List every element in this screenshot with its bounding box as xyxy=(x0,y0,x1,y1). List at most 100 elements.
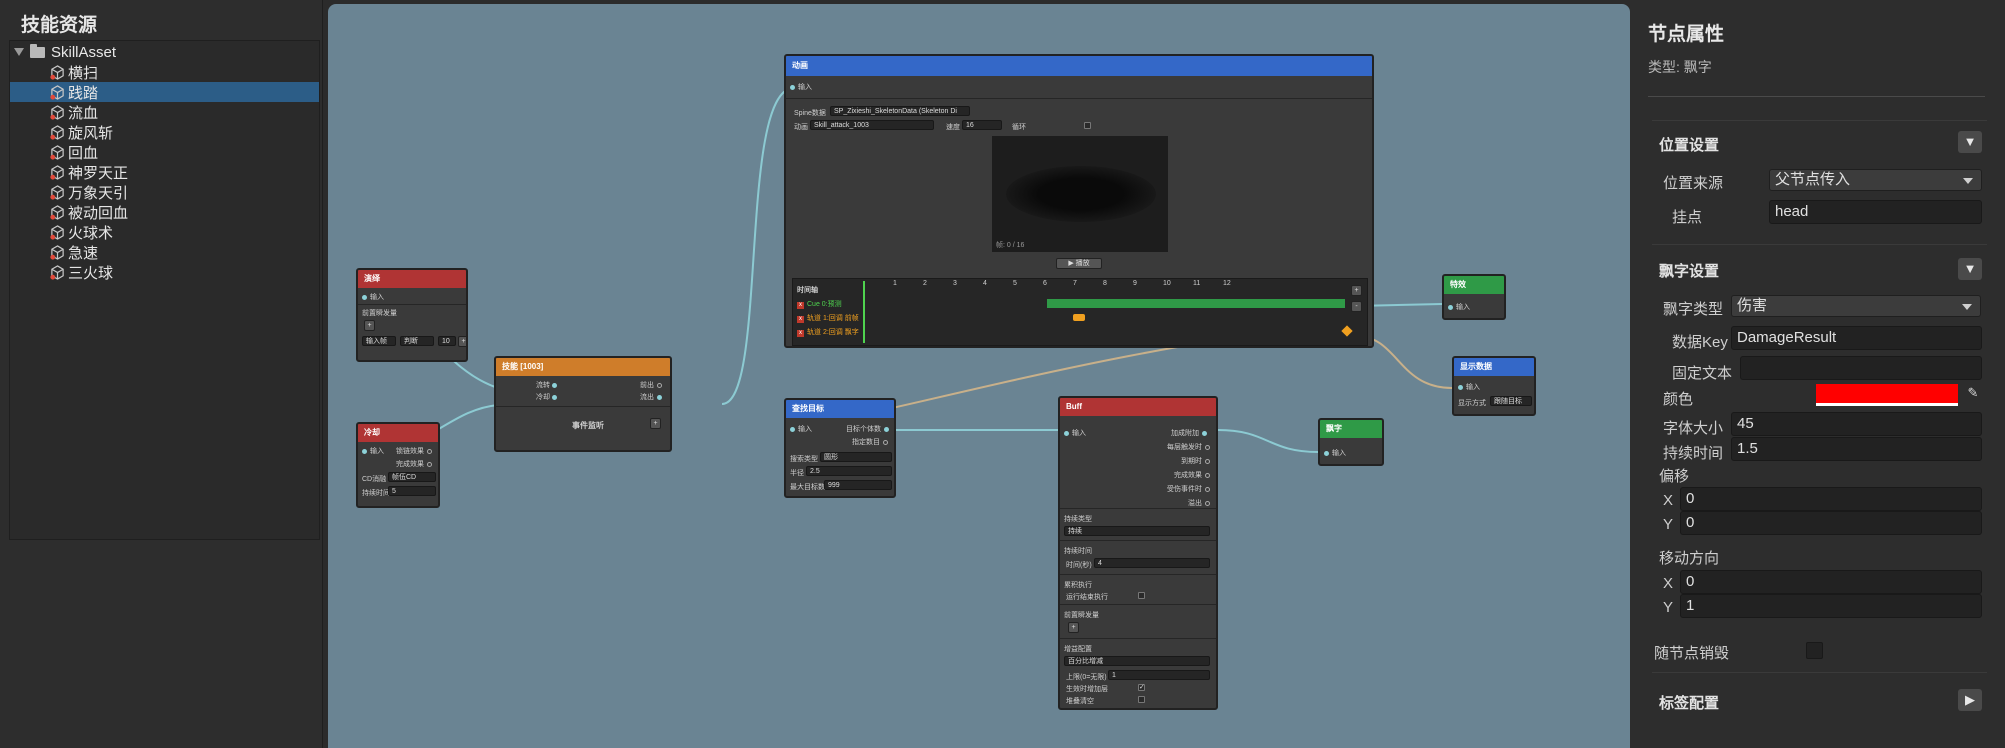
timeline-remove-button[interactable]: - xyxy=(1351,301,1362,312)
port-flow[interactable]: 流转 xyxy=(536,380,560,390)
offset-y-input[interactable]: 0 xyxy=(1680,511,1982,535)
color-swatch[interactable] xyxy=(1816,384,1958,406)
float-fold-toggle[interactable]: ▼ xyxy=(1958,258,1982,280)
close-icon[interactable]: x xyxy=(797,330,804,337)
tree-item[interactable]: 横扫 xyxy=(10,62,319,82)
buff-out-port[interactable]: 受伤事件时 xyxy=(1167,484,1210,494)
close-icon[interactable]: x xyxy=(797,302,804,309)
add-button[interactable]: + xyxy=(1068,622,1079,633)
end-exec-checkbox[interactable] xyxy=(1138,592,1145,599)
tree-root-skillasset[interactable]: SkillAsset xyxy=(14,42,116,62)
show-mode-dropdown[interactable]: 跟随目标 xyxy=(1490,396,1532,406)
max-target-input[interactable]: 999 xyxy=(824,480,892,490)
timeline-track[interactable]: x 轨道 1:回调 前帧 xyxy=(797,313,859,323)
node-search-target[interactable]: 查找目标 输入 目标个体数 指定数目 搜索类型 圆形 半径 2.5 最大目标数 … xyxy=(784,398,896,498)
event-add-button[interactable]: + xyxy=(650,418,661,429)
tag-fold-toggle[interactable]: ▶ xyxy=(1958,689,1982,711)
fixed-text-input[interactable] xyxy=(1740,356,1982,380)
close-icon[interactable]: x xyxy=(797,316,804,323)
tree-item[interactable]: 旋风斩 xyxy=(10,122,319,142)
timeline-track[interactable]: x 轨道 2:回调 飘字 xyxy=(797,327,859,337)
anim-dropdown[interactable]: Skill_attack_1003 xyxy=(810,120,934,130)
port-in[interactable]: 输入 xyxy=(362,292,384,302)
port-in[interactable]: 输入 xyxy=(1448,302,1470,312)
keyframe-marker-2[interactable] xyxy=(1341,325,1353,337)
tree-item[interactable]: 火球术 xyxy=(10,222,319,242)
float-type-dropdown[interactable]: 伤害 xyxy=(1731,295,1981,317)
duration-input[interactable]: 5 xyxy=(388,486,436,496)
expand-arrow-icon[interactable] xyxy=(14,48,24,56)
playhead[interactable] xyxy=(863,281,865,343)
tree-item[interactable]: 被动回血 xyxy=(10,202,319,222)
node-cast[interactable]: 演绎 输入 前置瞬发量 + 输入帧 判断 10 + xyxy=(356,268,468,362)
skill-asset-icon xyxy=(50,244,65,260)
gain-dropdown[interactable]: 百分比增减 xyxy=(1064,656,1210,666)
move-x-input[interactable]: 0 xyxy=(1680,570,1982,594)
move-y-input[interactable]: 1 xyxy=(1680,594,1982,618)
limit-input[interactable]: 1 xyxy=(1108,670,1210,680)
tree-item[interactable]: 万象天引 xyxy=(10,182,319,202)
buff-out-port[interactable]: 完成效果 xyxy=(1174,470,1210,480)
port-in[interactable]: 输入 xyxy=(1064,428,1086,438)
font-size-input[interactable]: 45 xyxy=(1731,412,1982,436)
port-in[interactable]: 输入 xyxy=(790,424,812,434)
tree-item[interactable]: 践踏 xyxy=(10,82,319,102)
buff-out-port[interactable]: 加成附加 xyxy=(1171,428,1210,438)
asset-tree[interactable]: SkillAsset 横扫 践踏 流血 旋风斩 回血 神罗天正 万象天引 被动回血 火球术 急速三… xyxy=(9,40,320,540)
cast-dropdown-2[interactable]: 判断 xyxy=(400,336,434,346)
track-clip-bar[interactable] xyxy=(1047,299,1345,308)
node-skill[interactable]: 技能 [1003] 流转 冷却 前出 流出 事件监听 + xyxy=(494,356,672,452)
port-out-1[interactable]: 前出 xyxy=(640,380,662,390)
node-show-data[interactable]: 显示数据 输入 显示方式 跟随目标 xyxy=(1452,356,1536,416)
buff-out-port[interactable]: 每层触发时 xyxy=(1167,442,1210,452)
add-button[interactable]: + xyxy=(364,320,375,331)
cast-dropdown-1[interactable]: 输入帧 xyxy=(362,336,396,346)
port-out-2[interactable]: 流出 xyxy=(640,392,665,402)
position-fold-toggle[interactable]: ▼ xyxy=(1958,131,1982,153)
loop-checkbox[interactable] xyxy=(1084,122,1091,129)
port-in[interactable]: 输入 xyxy=(1324,448,1346,458)
keyframe-marker[interactable] xyxy=(1073,314,1085,321)
spine-data-field[interactable]: SP_Zixieshi_SkeletonData (Skeleton Di xyxy=(830,106,970,116)
node-anim[interactable]: 动画 输入 Spine数据 SP_Zixieshi_SkeletonData (… xyxy=(784,54,1374,348)
port-in[interactable]: 输入 xyxy=(362,446,384,456)
duration-type-dropdown[interactable]: 持续 xyxy=(1064,526,1210,536)
port-in[interactable]: 输入 xyxy=(790,82,812,92)
node-buff[interactable]: Buff 输入 加成附加 每层触发时 到期时 完成效果 受伤事件时 溢出 持续类型 持续 … xyxy=(1058,396,1218,710)
layer-checkbox[interactable]: ✓ xyxy=(1138,684,1145,691)
node-cooldown[interactable]: 冷却 输入 锁链效果 完成效果 CD消融 帧伍CD 持续时间 5 xyxy=(356,422,440,508)
timeline-track[interactable]: x Cue 0:预测 xyxy=(797,299,842,309)
duration-input[interactable]: 1.5 xyxy=(1731,437,1982,461)
cast-add-button[interactable]: + xyxy=(458,336,466,347)
port-cooldown[interactable]: 冷却 xyxy=(536,392,560,402)
tree-item[interactable]: 三火球 xyxy=(10,262,319,282)
timeline[interactable]: 时间轴 1 2 3 4 5 6 7 8 9 10 11 12 x Cue 0:预测 x 轨道 1:回调 前帧… xyxy=(792,278,1368,346)
tree-item[interactable]: 神罗天正 xyxy=(10,162,319,182)
cast-number[interactable]: 10 xyxy=(438,336,456,346)
node-effect[interactable]: 特效 输入 xyxy=(1442,274,1506,320)
pos-source-dropdown[interactable]: 父节点传入 xyxy=(1769,169,1982,191)
buff-out-port[interactable]: 到期时 xyxy=(1181,456,1210,466)
cd-dropdown[interactable]: 帧伍CD xyxy=(388,472,436,482)
timeline-add-button[interactable]: + xyxy=(1351,285,1362,296)
tree-item[interactable]: 急速 xyxy=(10,242,319,262)
anchor-input[interactable]: head xyxy=(1769,200,1982,224)
data-key-input[interactable]: DamageResult xyxy=(1731,326,1982,350)
radius-input[interactable]: 2.5 xyxy=(806,466,892,476)
port-out-count[interactable]: 指定数目 xyxy=(852,437,888,447)
play-button[interactable]: ▶ 播放 xyxy=(1056,258,1102,269)
search-type-dropdown[interactable]: 圆形 xyxy=(820,452,892,462)
tree-item[interactable]: 回血 xyxy=(10,142,319,162)
node-float-text[interactable]: 飘字 输入 xyxy=(1318,418,1384,466)
port-out-targets[interactable]: 目标个体数 xyxy=(846,424,892,434)
speed-input[interactable]: 16 xyxy=(962,120,1002,130)
buff-out-port[interactable]: 溢出 xyxy=(1188,498,1210,508)
port-in[interactable]: 输入 xyxy=(1458,382,1480,392)
duration-input[interactable]: 4 xyxy=(1094,558,1210,568)
destroy-with-node-checkbox[interactable] xyxy=(1806,642,1823,659)
node-graph-canvas[interactable]: 演绎 输入 前置瞬发量 + 输入帧 判断 10 + 冷却 输入 锁链效果 完成效… xyxy=(328,4,1630,748)
tree-item[interactable]: 流血 xyxy=(10,102,319,122)
offset-x-input[interactable]: 0 xyxy=(1680,487,1982,511)
eyedropper-icon[interactable]: ✎ xyxy=(1964,385,1982,405)
clear-checkbox[interactable] xyxy=(1138,696,1145,703)
